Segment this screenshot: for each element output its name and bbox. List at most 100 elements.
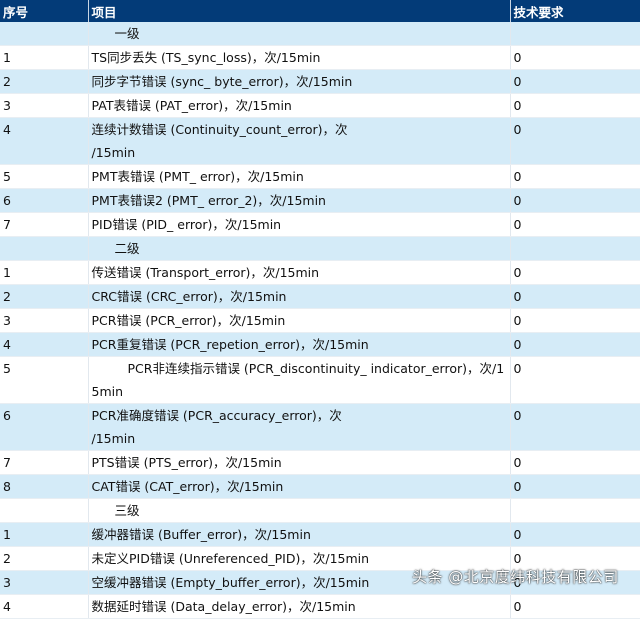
row-item: PMT表错误2 (PMT_ error_2)，次/15min	[88, 188, 511, 213]
row-item-line: PTS错误 (PTS_error)，次/15min	[91, 455, 282, 470]
row-number: 4	[0, 117, 89, 165]
row-item: 连续计数错误 (Continuity_count_error)，次/15min	[88, 117, 511, 165]
level-title: 二级	[88, 236, 511, 261]
row-number: 3	[0, 308, 89, 333]
row-item-line: PCR准确度错误 (PCR_accuracy_error)，次	[91, 408, 342, 423]
level-req-cell	[510, 236, 640, 261]
table-row: 6 PCR准确度错误 (PCR_accuracy_error)，次/15min 0	[0, 403, 640, 451]
row-item-line: CAT错误 (CAT_error)，次/15min	[91, 479, 284, 494]
row-requirement: 0	[510, 403, 640, 451]
row-item-line: 连续计数错误 (Continuity_count_error)，次	[91, 122, 348, 137]
level-no-cell	[0, 236, 89, 261]
row-requirement: 0	[510, 260, 640, 285]
table-row: 5 PCR非连续指示错误 (PCR_discontinuity_ indicato…	[0, 356, 640, 404]
table-row: 5 PMT表错误 (PMT_ error)，次/15min 0	[0, 164, 640, 189]
row-number: 4	[0, 594, 89, 619]
row-item: 缓冲器错误 (Buffer_error)，次/15min	[88, 522, 511, 547]
row-item-line: 同步字节错误 (sync_ byte_error)，次/15min	[91, 74, 353, 89]
table-row: 7 PID错误 (PID_ error)，次/15min 0	[0, 212, 640, 237]
row-number: 4	[0, 332, 89, 357]
level-req-cell	[510, 22, 640, 46]
row-requirement: 0	[510, 93, 640, 118]
row-item: PCR准确度错误 (PCR_accuracy_error)，次/15min	[88, 403, 511, 451]
row-number: 6	[0, 403, 89, 451]
row-item-line: 传送错误 (Transport_error)，次/15min	[91, 265, 320, 280]
row-item-line: 缓冲器错误 (Buffer_error)，次/15min	[91, 527, 311, 542]
row-number: 5	[0, 164, 89, 189]
row-number: 7	[0, 212, 89, 237]
table-row: 7 PTS错误 (PTS_error)，次/15min 0	[0, 450, 640, 475]
row-requirement: 0	[510, 117, 640, 165]
row-requirement: 0	[510, 332, 640, 357]
table-row: 1 缓冲器错误 (Buffer_error)，次/15min 0	[0, 522, 640, 547]
row-number: 5	[0, 356, 89, 404]
row-number: 8	[0, 474, 89, 499]
row-item: PCR非连续指示错误 (PCR_discontinuity_ indicator…	[88, 356, 511, 404]
row-item-line: PMT表错误 (PMT_ error)，次/15min	[91, 169, 304, 184]
row-number: 3	[0, 570, 89, 595]
level-title: 一级	[88, 22, 511, 46]
row-number: 2	[0, 69, 89, 94]
row-item: 传送错误 (Transport_error)，次/15min	[88, 260, 511, 285]
level-no-cell	[0, 22, 89, 46]
row-item-line: 数据延时错误 (Data_delay_error)，次/15min	[91, 599, 356, 614]
table-row: 3 PCR错误 (PCR_error)，次/15min 0	[0, 308, 640, 333]
level-row: 三级	[0, 498, 640, 523]
row-item-line: PCR非连续指示错误 (PCR_discontinuity_ indicator…	[127, 361, 505, 376]
row-requirement: 0	[510, 522, 640, 547]
row-item-line: /15min	[91, 431, 136, 446]
header-no: 序号	[0, 0, 89, 22]
row-number: 3	[0, 93, 89, 118]
row-item-line: PMT表错误2 (PMT_ error_2)，次/15min	[91, 193, 326, 208]
row-requirement: 0	[510, 450, 640, 475]
table-row: 2 同步字节错误 (sync_ byte_error)，次/15min 0	[0, 69, 640, 94]
table-row: 4 数据延时错误 (Data_delay_error)，次/15min 0	[0, 594, 640, 619]
row-item: CRC错误 (CRC_error)，次/15min	[88, 284, 511, 309]
row-item: PCR重复错误 (PCR_repetion_error)，次/15min	[88, 332, 511, 357]
table-row: 1 TS同步丢失 (TS_sync_loss)，次/15min 0	[0, 45, 640, 70]
row-number: 6	[0, 188, 89, 213]
table-header-row: 序号 项目 技术要求	[0, 0, 640, 22]
row-requirement: 0	[510, 474, 640, 499]
row-number: 1	[0, 522, 89, 547]
table-row: 8 CAT错误 (CAT_error)，次/15min 0	[0, 474, 640, 499]
table-row: 1 传送错误 (Transport_error)，次/15min 0	[0, 260, 640, 285]
table-row: 3 PAT表错误 (PAT_error)，次/15min 0	[0, 93, 640, 118]
row-item-line: PAT表错误 (PAT_error)，次/15min	[91, 98, 292, 113]
row-number: 1	[0, 260, 89, 285]
row-item-line: 5min	[91, 384, 124, 399]
header-item: 项目	[88, 0, 511, 22]
row-item-line: CRC错误 (CRC_error)，次/15min	[91, 289, 287, 304]
row-item: 数据延时错误 (Data_delay_error)，次/15min	[88, 594, 511, 619]
row-requirement: 0	[510, 284, 640, 309]
row-item: PMT表错误 (PMT_ error)，次/15min	[88, 164, 511, 189]
table-row: 6 PMT表错误2 (PMT_ error_2)，次/15min 0	[0, 188, 640, 213]
row-item-line: PCR错误 (PCR_error)，次/15min	[91, 313, 286, 328]
row-item-line: PCR重复错误 (PCR_repetion_error)，次/15min	[91, 337, 369, 352]
watermark: 头条 @北京度纬科技有限公司	[412, 568, 619, 586]
row-requirement: 0	[510, 45, 640, 70]
table-row: 4 PCR重复错误 (PCR_repetion_error)，次/15min 0	[0, 332, 640, 357]
row-requirement: 0	[510, 69, 640, 94]
row-number: 7	[0, 450, 89, 475]
row-item-line: PID错误 (PID_ error)，次/15min	[91, 217, 282, 232]
row-number: 1	[0, 45, 89, 70]
row-requirement: 0	[510, 212, 640, 237]
row-item-line: /15min	[91, 145, 136, 160]
level-title: 三级	[88, 498, 511, 523]
row-requirement: 0	[510, 308, 640, 333]
error-spec-table: 序号 项目 技术要求 一级 1 TS同步丢失 (TS_sync_loss)，次/15…	[0, 0, 640, 619]
row-requirement: 0	[510, 594, 640, 619]
row-item-line: TS同步丢失 (TS_sync_loss)，次/15min	[91, 50, 321, 65]
table-row: 2 CRC错误 (CRC_error)，次/15min 0	[0, 284, 640, 309]
row-item: TS同步丢失 (TS_sync_loss)，次/15min	[88, 45, 511, 70]
level-row: 二级	[0, 236, 640, 261]
row-number: 2	[0, 284, 89, 309]
header-requirement: 技术要求	[510, 0, 640, 22]
row-number: 2	[0, 546, 89, 571]
table-row: 4 连续计数错误 (Continuity_count_error)，次/15min…	[0, 117, 640, 165]
row-item: PID错误 (PID_ error)，次/15min	[88, 212, 511, 237]
row-requirement: 0	[510, 188, 640, 213]
level-req-cell	[510, 498, 640, 523]
row-item: CAT错误 (CAT_error)，次/15min	[88, 474, 511, 499]
